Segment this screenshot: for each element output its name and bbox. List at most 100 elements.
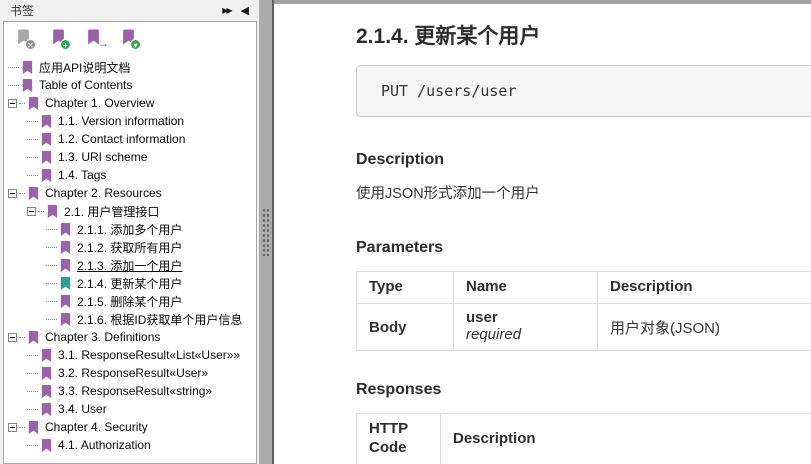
- bookmark-icon: [59, 294, 72, 309]
- tree-connector: [8, 67, 19, 68]
- col-header-http-code: HTTP Code: [357, 414, 441, 464]
- panel-splitter[interactable]: [259, 0, 274, 464]
- tree-connector: [19, 337, 25, 338]
- splitter-grip-icon[interactable]: [262, 208, 270, 256]
- bookmark-item[interactable]: Chapter 1. Overview: [4, 94, 256, 112]
- bookmark-item[interactable]: 应用API说明文档: [4, 58, 256, 76]
- goto-badge: →: [97, 38, 108, 49]
- bookmark-item[interactable]: 3.3. ResponseResult«string»: [4, 382, 256, 400]
- add-badge: +: [60, 39, 71, 50]
- bookmarks-tree-box: ✕ + → ▾ 应用API说明文档 Table of Contents: [3, 21, 257, 464]
- tree-connector: [46, 301, 57, 302]
- panel-title: 书签: [10, 2, 34, 19]
- tree-collapse-toggle[interactable]: [8, 333, 17, 342]
- bookmark-item[interactable]: 2.1.3. 添加一个用户: [4, 256, 256, 274]
- expand-bookmarks-icon[interactable]: ▾: [120, 28, 141, 50]
- bookmark-item[interactable]: 3.4. User: [4, 400, 256, 418]
- tree-collapse-toggle[interactable]: [8, 423, 17, 432]
- bookmark-item[interactable]: 4.1. Authorization: [4, 436, 256, 454]
- document-view: 2.1.4. 更新某个用户 PUT /users/user Descriptio…: [274, 0, 811, 464]
- bookmark-label: 1.1. Version information: [58, 114, 184, 128]
- tree-connector: [27, 175, 38, 176]
- tree-connector: [19, 103, 25, 104]
- bookmark-label: 3.4. User: [58, 402, 107, 416]
- tree-connector: [27, 355, 38, 356]
- bookmark-icon: [27, 330, 40, 345]
- bookmark-item[interactable]: 1.1. Version information: [4, 112, 256, 130]
- bookmark-icon: [59, 276, 72, 291]
- bookmark-label: 2.1.1. 添加多个用户: [77, 221, 182, 238]
- collapse-panel-icon[interactable]: ◀: [241, 4, 249, 17]
- description-text: 使用JSON形式添加一个用户: [356, 182, 811, 203]
- table-header-row: HTTP Code Description: [357, 414, 811, 464]
- bookmarks-panel: 书签 ▶▶ ◀ ✕ + → ▾ 应用API: [0, 0, 259, 464]
- expand-badge: ▾: [130, 39, 141, 50]
- bookmark-item[interactable]: 2.1.5. 删除某个用户: [4, 292, 256, 310]
- bookmark-icon: [40, 348, 53, 363]
- bookmark-icon: [40, 168, 53, 183]
- delete-badge: ✕: [25, 39, 36, 50]
- description-heading: Description: [356, 151, 811, 169]
- delete-bookmark-icon[interactable]: ✕: [15, 28, 36, 50]
- bookmark-label: 2.1. 用户管理接口: [64, 203, 159, 220]
- bookmark-item[interactable]: 1.2. Contact information: [4, 130, 256, 148]
- bookmark-item[interactable]: 1.4. Tags: [4, 166, 256, 184]
- param-type: Body: [357, 303, 454, 351]
- bookmark-label: Chapter 4. Security: [45, 420, 148, 434]
- bookmark-item[interactable]: 2.1. 用户管理接口: [4, 202, 256, 220]
- bookmark-item[interactable]: Table of Contents: [4, 76, 256, 94]
- bookmark-label: 4.1. Authorization: [58, 438, 151, 452]
- bookmark-icon: [40, 384, 53, 399]
- bookmark-icon: [21, 60, 34, 75]
- goto-bookmark-icon[interactable]: →: [85, 28, 106, 50]
- parameters-heading: Parameters: [356, 239, 811, 257]
- bookmark-item[interactable]: 1.3. URI scheme: [4, 148, 256, 166]
- bookmark-label: Chapter 3. Definitions: [45, 330, 160, 344]
- bookmark-label: 1.4. Tags: [58, 168, 106, 182]
- bookmark-icon: [59, 258, 72, 273]
- bookmark-icon: [59, 240, 72, 255]
- document-page: 2.1.4. 更新某个用户 PUT /users/user Descriptio…: [274, 4, 811, 464]
- col-header-description: Description: [598, 272, 811, 304]
- bookmark-label: 2.1.6. 根据ID获取单个用户信息: [77, 311, 242, 328]
- tree-collapse-toggle[interactable]: [8, 189, 17, 198]
- endpoint-code-block: PUT /users/user: [356, 65, 811, 117]
- bookmark-label: 应用API说明文档: [39, 59, 130, 76]
- bookmark-label: Table of Contents: [39, 78, 132, 92]
- parameters-table: Type Name Description Body user required…: [356, 271, 811, 351]
- bookmark-label: Chapter 2. Resources: [45, 186, 162, 200]
- bookmark-item[interactable]: Chapter 3. Definitions: [4, 328, 256, 346]
- bookmark-item[interactable]: Chapter 2. Resources: [4, 184, 256, 202]
- tree-connector: [46, 229, 57, 230]
- tree-connector: [27, 409, 38, 410]
- bookmark-label: 3.2. ResponseResult«User»: [58, 366, 208, 380]
- bookmark-item[interactable]: 2.1.1. 添加多个用户: [4, 220, 256, 238]
- tree-collapse-toggle[interactable]: [8, 99, 17, 108]
- tree-connector: [27, 445, 38, 446]
- dock-panel-icon[interactable]: ▶▶: [222, 6, 230, 15]
- bookmark-icon: [27, 96, 40, 111]
- bookmark-label: Chapter 1. Overview: [45, 96, 154, 110]
- param-required-note: required: [466, 326, 585, 344]
- new-bookmark-icon[interactable]: +: [50, 28, 71, 50]
- bookmark-item[interactable]: 3.2. ResponseResult«User»: [4, 364, 256, 382]
- bookmark-item[interactable]: 2.1.6. 根据ID获取单个用户信息: [4, 310, 256, 328]
- bookmark-label: 2.1.5. 删除某个用户: [77, 293, 182, 310]
- bookmark-icon: [21, 78, 34, 93]
- responses-table: HTTP Code Description: [356, 413, 811, 464]
- bookmark-label: 1.2. Contact information: [58, 132, 185, 146]
- bookmark-item[interactable]: 3.1. ResponseResult«List«User»»: [4, 346, 256, 364]
- bookmark-label: 3.3. ResponseResult«string»: [58, 384, 212, 398]
- table-header-row: Type Name Description: [357, 272, 811, 304]
- bookmark-icon: [40, 150, 53, 165]
- bookmark-icon: [40, 402, 53, 417]
- tree-collapse-toggle[interactable]: [27, 207, 36, 216]
- bookmark-item[interactable]: 2.1.4. 更新某个用户: [4, 274, 256, 292]
- tree-connector: [46, 319, 57, 320]
- tree-connector: [27, 391, 38, 392]
- bookmark-item[interactable]: 2.1.2. 获取所有用户: [4, 238, 256, 256]
- param-name: user: [466, 310, 585, 327]
- bookmark-item[interactable]: Chapter 4. Security: [4, 418, 256, 436]
- tree-connector: [27, 157, 38, 158]
- bookmark-icon: [40, 114, 53, 129]
